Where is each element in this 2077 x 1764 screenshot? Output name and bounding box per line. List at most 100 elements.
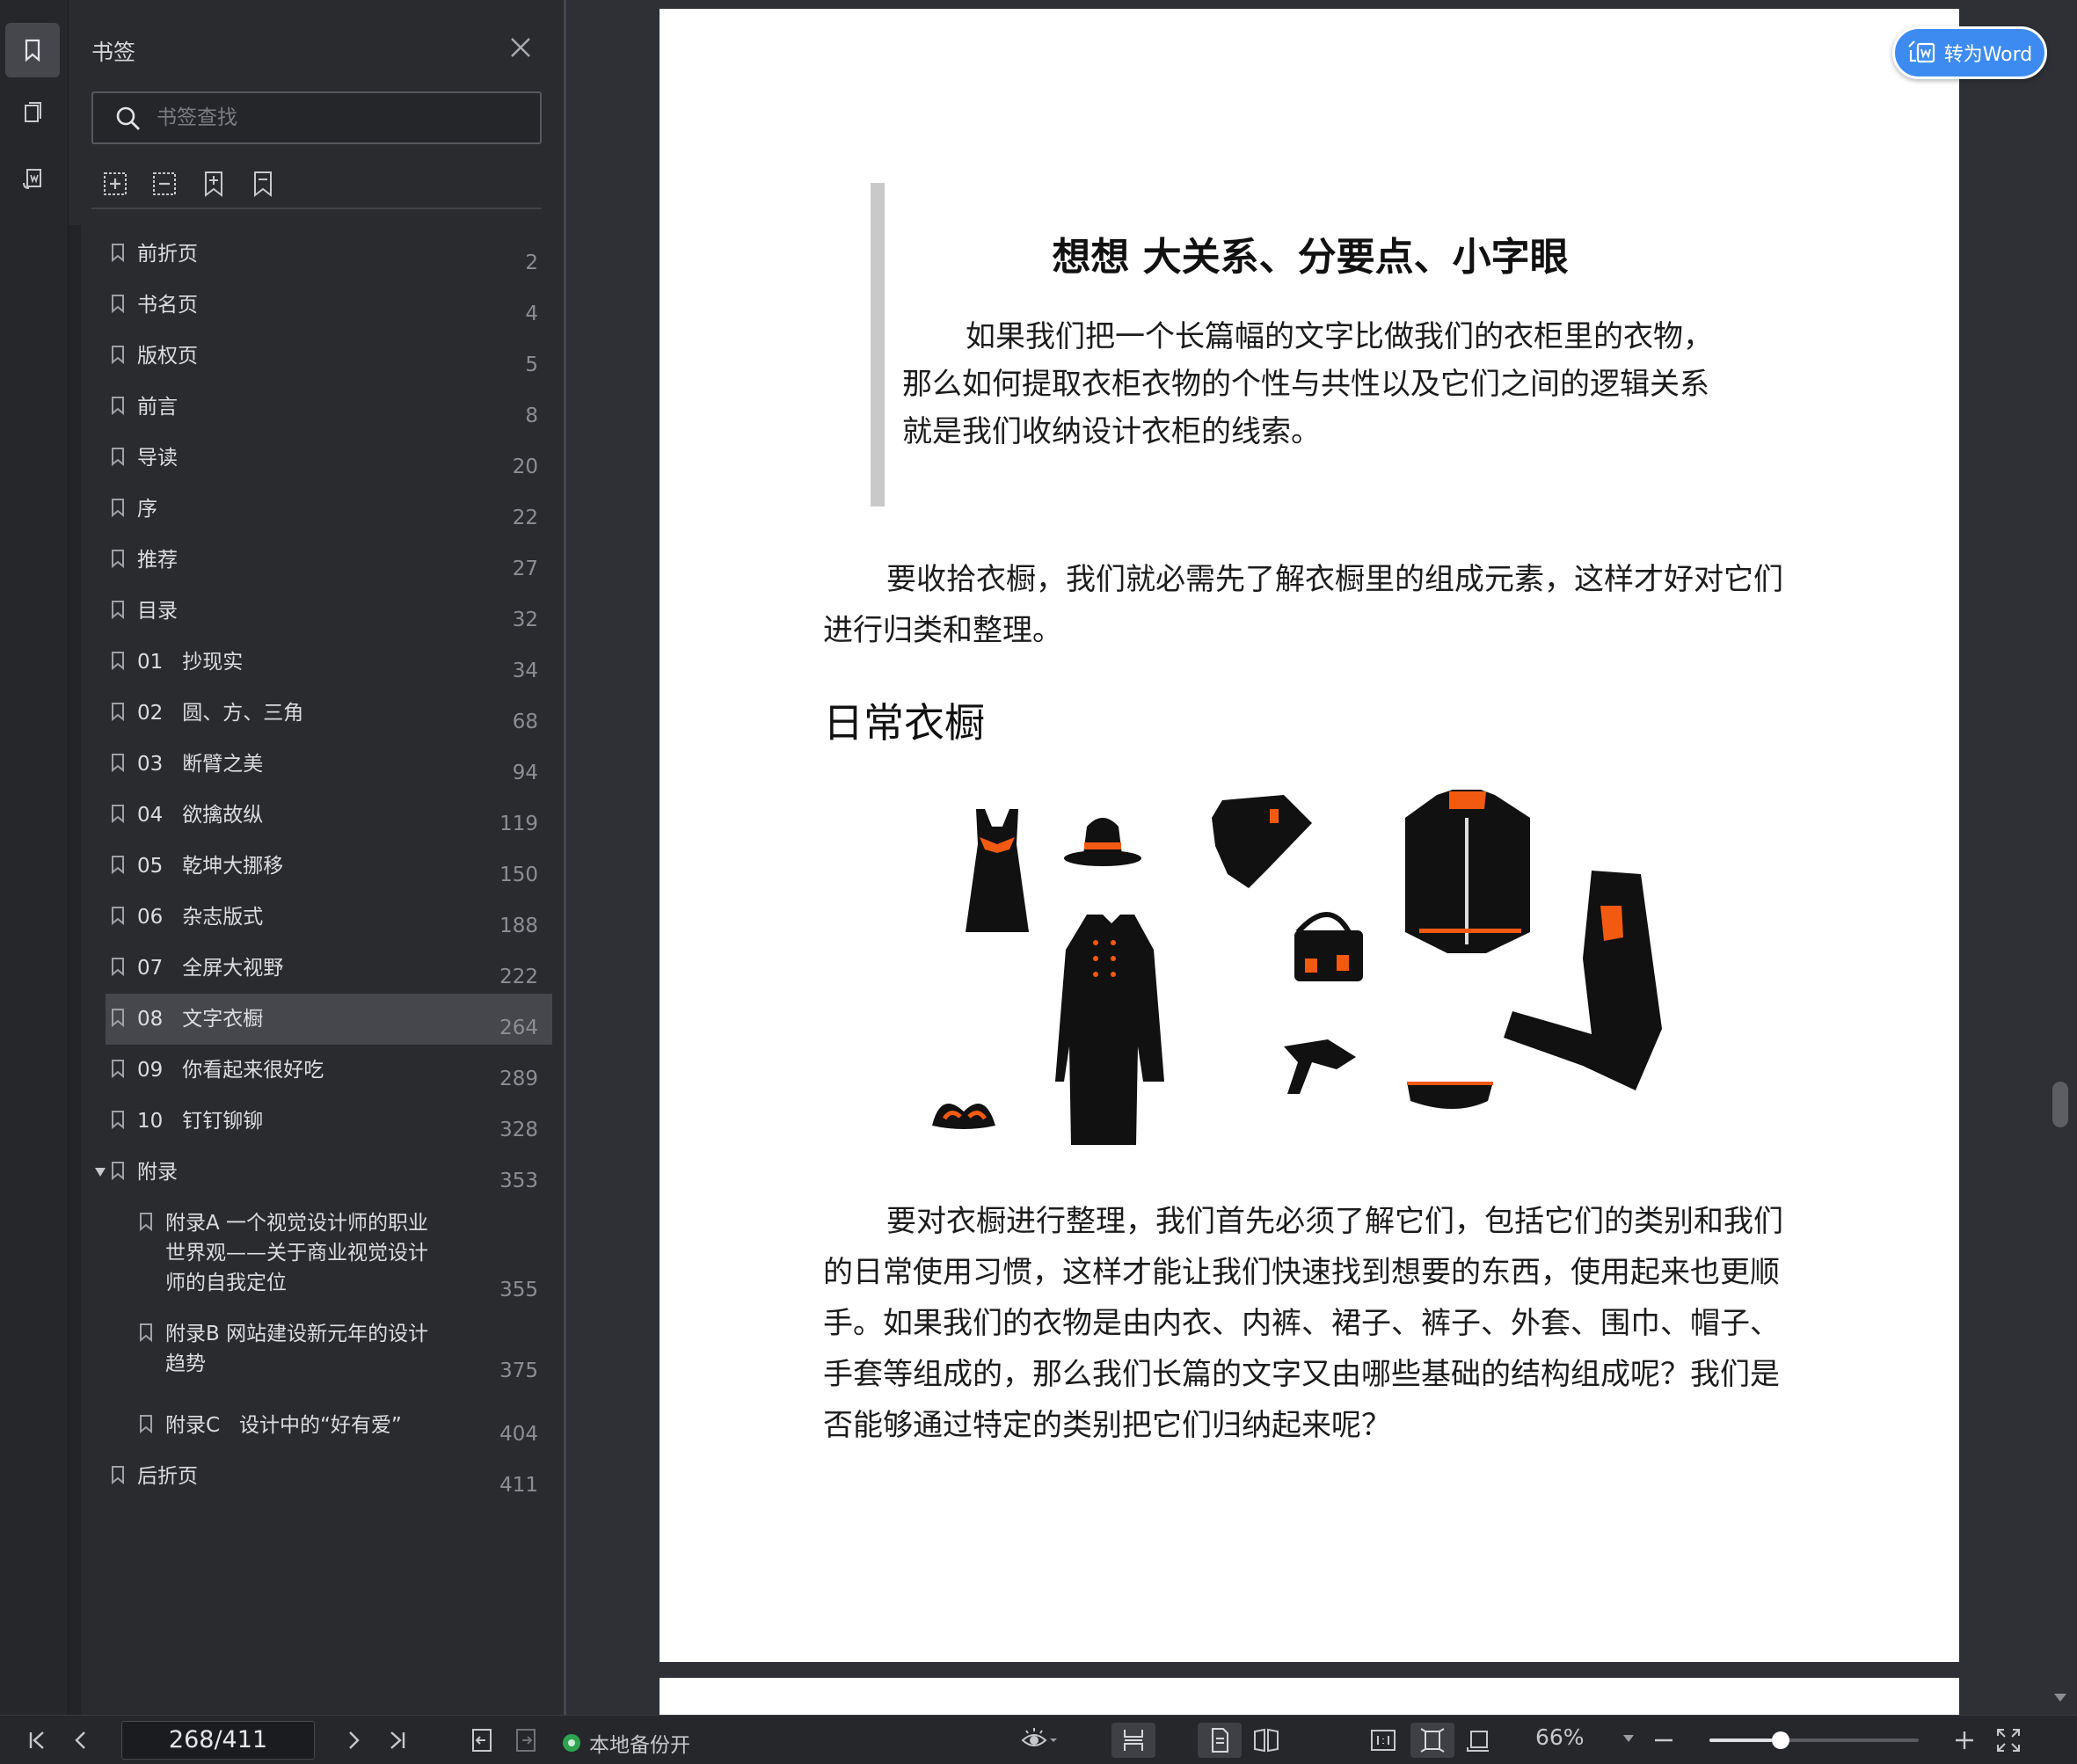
section-heading: 日常衣橱 xyxy=(823,699,985,747)
rotate-icon xyxy=(1467,1731,1489,1752)
bookmark-label: 导读 xyxy=(137,447,178,470)
bookmark-item[interactable]: 04 欲擒故纵 119 xyxy=(106,790,552,839)
bookmark-icon xyxy=(112,295,124,313)
actual-size-button[interactable] xyxy=(1368,1726,1398,1754)
bookmark-label: 附录 xyxy=(137,1161,178,1184)
zoom-dropdown-caret-icon[interactable] xyxy=(1623,1735,1634,1742)
bookmark-label: 01 抄现实 xyxy=(137,651,244,674)
last-page-button[interactable] xyxy=(383,1726,412,1754)
dress-icon xyxy=(966,809,1029,932)
page-number-field[interactable]: 268/411 xyxy=(121,1721,315,1760)
chapter-title: 想想 大关系、分要点、小字眼 xyxy=(1052,235,1569,280)
bookmark-item[interactable]: 09 你看起来很好吃 289 xyxy=(106,1045,552,1094)
go-forward-button[interactable] xyxy=(512,1726,540,1754)
bookmark-item-selected[interactable]: 08 文字衣橱 264 xyxy=(106,994,552,1045)
bookmark-icon xyxy=(112,550,124,568)
bookmark-search-box[interactable] xyxy=(91,91,542,144)
export-panel-button[interactable] xyxy=(5,151,60,206)
bookmark-item[interactable]: 02 圆、方、三角 68 xyxy=(106,688,552,737)
bookmark-page-number: 289 xyxy=(499,1068,538,1090)
bookmark-page-number: 404 xyxy=(499,1423,538,1446)
convert-to-word-button[interactable]: 转为Word xyxy=(1892,26,2047,79)
vest-icon xyxy=(1405,790,1530,953)
bookmark-page-number: 32 xyxy=(512,609,538,631)
first-page-button[interactable] xyxy=(23,1726,51,1754)
thumbnail-panel-button[interactable] xyxy=(5,86,60,141)
backup-status[interactable]: 本地备份开 xyxy=(563,1728,690,1758)
bookmark-page-number: 188 xyxy=(499,915,538,937)
add-bookmark-icon[interactable] xyxy=(199,169,229,199)
bookmark-page-number: 2 xyxy=(525,251,538,274)
bookmark-panel-button[interactable] xyxy=(5,23,60,77)
panel-title: 书签 xyxy=(91,40,136,65)
single-page-button[interactable] xyxy=(1198,1723,1242,1758)
collapse-all-icon[interactable] xyxy=(149,169,179,199)
bookmark-page-number: 27 xyxy=(512,558,538,580)
bookmark-page-number: 355 xyxy=(499,1279,538,1301)
bookmark-item[interactable]: 07 全屏大视野 222 xyxy=(106,943,552,992)
scroll-down-arrow-icon[interactable] xyxy=(2054,1694,2066,1702)
eye-protection-button[interactable] xyxy=(1017,1726,1062,1754)
bookmark-item[interactable]: 01 抄现实 34 xyxy=(106,637,552,686)
bookmark-item[interactable]: 05 乾坤大挪移 150 xyxy=(106,841,552,890)
expand-all-icon[interactable] xyxy=(100,169,130,199)
fullscreen-button[interactable] xyxy=(1994,1726,2022,1754)
bookmark-item[interactable]: 推荐 27 xyxy=(106,535,552,584)
bookmark-icon[interactable] xyxy=(248,169,278,199)
bookmark-item[interactable]: 序 22 xyxy=(106,484,552,533)
bookmark-item[interactable]: 目录 32 xyxy=(106,586,552,635)
bookmark-label: 03 断臂之美 xyxy=(137,753,264,776)
double-page-button[interactable] xyxy=(1249,1726,1284,1754)
convert-to-word-label: 转为Word xyxy=(1943,44,2033,66)
last-page-icon xyxy=(390,1731,405,1749)
bookmark-item[interactable]: 前折页 2 xyxy=(106,229,552,278)
collapse-caret-icon[interactable] xyxy=(95,1168,106,1177)
go-forward-icon xyxy=(516,1729,536,1752)
bookmark-search-input[interactable] xyxy=(157,102,526,134)
bookmark-item[interactable]: 导读 20 xyxy=(106,433,552,482)
bookmark-panel-gutter xyxy=(69,225,81,1715)
bookmark-label: 书名页 xyxy=(137,294,198,317)
zoom-level[interactable]: 66% xyxy=(1535,1724,1585,1750)
hat-icon xyxy=(1064,818,1141,866)
bookmark-item[interactable]: 03 断臂之美 94 xyxy=(106,739,552,788)
bookmark-label: 10 钉钉铆铆 xyxy=(137,1110,264,1133)
chapter-quote: 如果我们把一个长篇幅的文字比做我们的衣柜里的衣物，那么如何提取衣柜衣物的个性与共… xyxy=(902,319,1713,449)
zoom-slider[interactable] xyxy=(1709,1731,1919,1749)
bookmark-page-number: 94 xyxy=(512,762,538,784)
coat-icon xyxy=(1055,915,1164,1145)
previous-page-button[interactable] xyxy=(67,1726,95,1754)
bookmark-label: 09 你看起来很好吃 xyxy=(137,1059,324,1082)
bookmark-icon xyxy=(112,1060,124,1078)
body-paragraph-2: 要对衣橱进行整理，我们首先必须了解它们，包括它们的类别和我们的日常使用习惯，这样… xyxy=(823,1204,1783,1443)
fit-page-button[interactable] xyxy=(1410,1723,1454,1758)
next-page-button[interactable] xyxy=(339,1726,368,1754)
bookmark-page-number: 20 xyxy=(512,456,538,478)
bookmark-item[interactable]: 后折页 411 xyxy=(106,1451,552,1500)
zoom-out-button[interactable] xyxy=(1650,1726,1678,1754)
bookmark-child-item[interactable]: 附录C 设计中的“好有爱” 404 xyxy=(134,1400,552,1449)
bookmark-item[interactable]: 书名页 4 xyxy=(106,280,552,329)
document-scrollbar-thumb[interactable] xyxy=(2052,1082,2068,1127)
bookmark-item[interactable]: 10 钉钉铆铆 328 xyxy=(106,1096,552,1145)
thumbnail-icon xyxy=(25,102,41,122)
rotate-button[interactable] xyxy=(1463,1726,1493,1754)
zoom-slider-knob[interactable] xyxy=(1771,1731,1789,1749)
bookmark-item[interactable]: 前言 8 xyxy=(106,382,552,431)
actual-size-icon xyxy=(1371,1730,1396,1751)
bookmark-item[interactable]: 版权页 5 xyxy=(106,331,552,380)
bookmark-child-item[interactable]: 附录B 网站建设新元年的设计趋势 375 xyxy=(134,1308,552,1386)
bookmark-child-item[interactable]: 附录A 一个视觉设计师的职业世界观——关于商业视觉设计师的自我定位 355 xyxy=(134,1198,552,1305)
backup-status-label: 本地备份开 xyxy=(589,1734,690,1757)
status-bar: 268/411 本地备份开 66% xyxy=(0,1715,2077,1764)
bookmark-icon xyxy=(112,244,124,262)
bookmark-page-number: 8 xyxy=(525,405,538,427)
zoom-in-button[interactable] xyxy=(1950,1726,1979,1754)
close-icon[interactable] xyxy=(508,35,533,60)
bookmark-item[interactable]: 06 杂志版式 188 xyxy=(106,892,552,941)
continuous-scroll-button[interactable] xyxy=(1111,1723,1155,1758)
bookmark-label: 版权页 xyxy=(137,345,198,368)
go-back-button[interactable] xyxy=(468,1726,496,1754)
bookmark-item-appendix[interactable]: 附录 353 xyxy=(106,1147,552,1196)
bookmark-icon xyxy=(112,856,124,874)
